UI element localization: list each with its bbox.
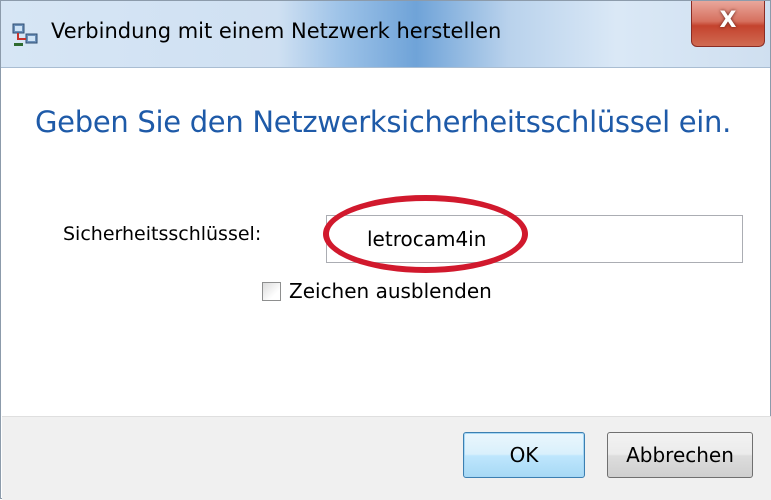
title-bar[interactable]: Verbindung mit einem Netzwerk herstellen… <box>1 1 770 68</box>
close-icon: X <box>719 8 737 33</box>
close-button[interactable]: X <box>691 1 765 47</box>
hide-characters-label[interactable]: Zeichen ausblenden <box>289 279 492 303</box>
security-key-input[interactable] <box>326 215 743 263</box>
network-icon <box>12 23 38 46</box>
cancel-button[interactable]: Abbrechen <box>607 432 753 478</box>
hide-characters-checkbox[interactable] <box>262 282 281 301</box>
dialog-window: Verbindung mit einem Netzwerk herstellen… <box>0 0 771 500</box>
page-heading: Geben Sie den Netzwerksicherheitsschlüss… <box>35 105 732 139</box>
ok-button[interactable]: OK <box>463 432 585 478</box>
window-title: Verbindung mit einem Netzwerk herstellen <box>51 19 502 43</box>
security-key-label: Sicherheitsschlüssel: <box>63 223 262 245</box>
